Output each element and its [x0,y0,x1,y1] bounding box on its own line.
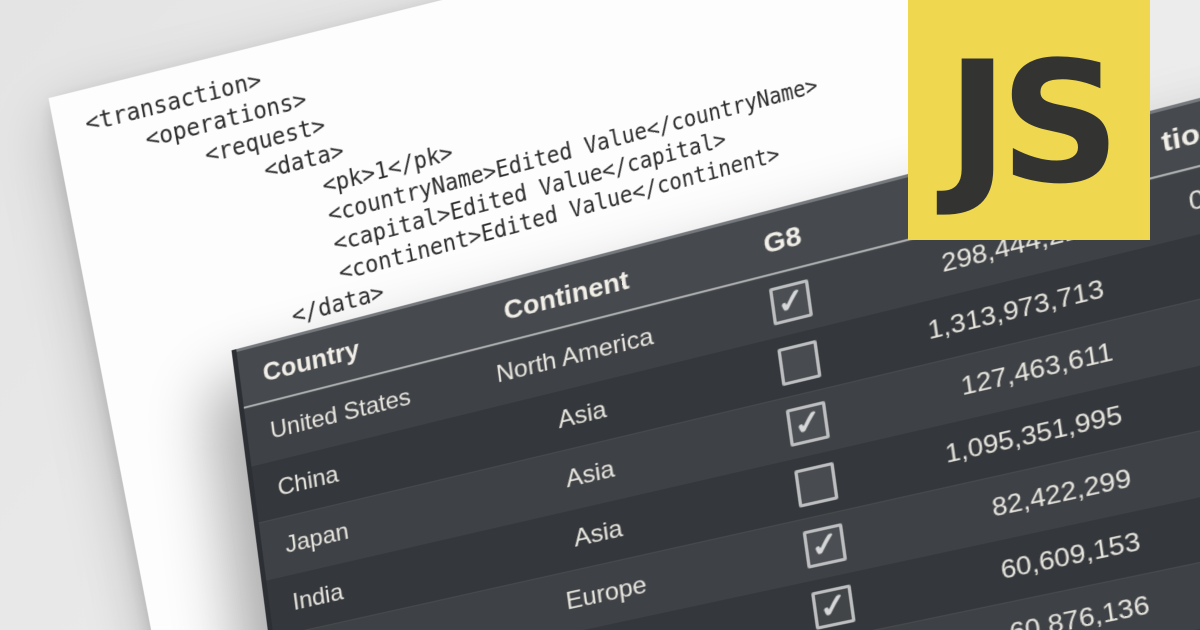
javascript-logo-text: JS [946,25,1112,207]
g8-checkbox[interactable] [794,462,839,508]
g8-checkbox[interactable]: ✓ [786,401,830,447]
column-header-fragment: tion [1147,67,1200,163]
g8-checkbox[interactable]: ✓ [811,584,856,630]
javascript-logo: JS [908,0,1150,240]
g8-checkbox[interactable] [777,340,821,387]
g8-checkbox[interactable]: ✓ [803,523,848,569]
promo-card: <transaction> <operations> <request> <da… [0,0,1200,630]
g8-checkbox[interactable]: ✓ [769,279,813,326]
